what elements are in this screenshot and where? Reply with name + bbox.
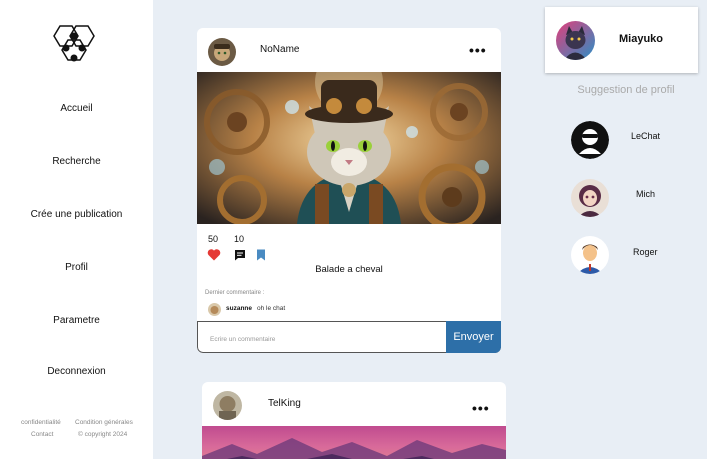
nav-profil[interactable]: Profil	[0, 262, 153, 273]
footer-contact-link[interactable]: Contact	[31, 431, 53, 438]
suggestion-name-lechat[interactable]: LeChat	[631, 131, 660, 141]
post-card: NoName ••• 50 10 Balade a cheval Dernier…	[197, 28, 501, 353]
more-options-icon[interactable]: •••	[469, 42, 487, 58]
comment-username[interactable]: suzanne	[226, 305, 252, 312]
nav-deconnexion[interactable]: Deconnexion	[0, 366, 153, 377]
footer-conditions-link[interactable]: Condition générales	[75, 419, 133, 426]
commenter-avatar[interactable]	[208, 303, 221, 316]
bookmark-icon[interactable]	[256, 249, 266, 261]
suggestion-avatar-mich[interactable]	[571, 179, 609, 217]
suggestion-avatar-lechat[interactable]	[571, 121, 609, 159]
post-image[interactable]	[202, 426, 506, 459]
comment-icon[interactable]	[234, 249, 246, 261]
post-caption: Balade a cheval	[315, 264, 383, 275]
suggestion-avatar-roger[interactable]	[571, 236, 609, 274]
comment-text: oh le chat	[257, 305, 286, 312]
nav-accueil[interactable]: Accueil	[0, 103, 153, 114]
post-card: TelKing •••	[202, 382, 506, 459]
suggestion-name-roger[interactable]: Roger	[633, 247, 658, 257]
nav-recherche[interactable]: Recherche	[0, 156, 153, 167]
footer-confidentiality-link[interactable]: confidentialité	[21, 419, 61, 426]
post-author-avatar[interactable]	[213, 391, 242, 420]
post-username[interactable]: NoName	[260, 44, 299, 55]
logo-icon[interactable]	[46, 24, 102, 64]
post-author-avatar[interactable]	[208, 38, 236, 66]
nav-create-post[interactable]: Crée une publication	[0, 209, 153, 220]
comments-count: 10	[234, 234, 245, 244]
heart-icon[interactable]	[207, 248, 221, 261]
footer-copyright: © copyright 2024	[78, 431, 128, 438]
sidebar: Accueil Recherche Crée une publication P…	[0, 0, 153, 459]
post-username[interactable]: TelKing	[268, 398, 301, 409]
likes-count: 50	[208, 234, 219, 244]
current-user-card[interactable]: Miayuko	[545, 7, 698, 73]
current-user-avatar[interactable]	[556, 21, 595, 60]
send-button[interactable]: Envoyer	[446, 321, 501, 353]
comment-form: Envoyer	[197, 321, 501, 353]
comment-input[interactable]	[210, 333, 430, 345]
nav-parametre[interactable]: Parametre	[0, 315, 153, 326]
suggestion-name-mich[interactable]: Mich	[636, 189, 655, 199]
more-options-icon[interactable]: •••	[472, 400, 490, 416]
suggestions-title: Suggestion de profil	[577, 84, 675, 96]
last-comment-label: Dernier commentaire :	[205, 290, 265, 296]
post-image[interactable]	[197, 72, 501, 224]
current-user-name[interactable]: Miayuko	[619, 33, 663, 45]
